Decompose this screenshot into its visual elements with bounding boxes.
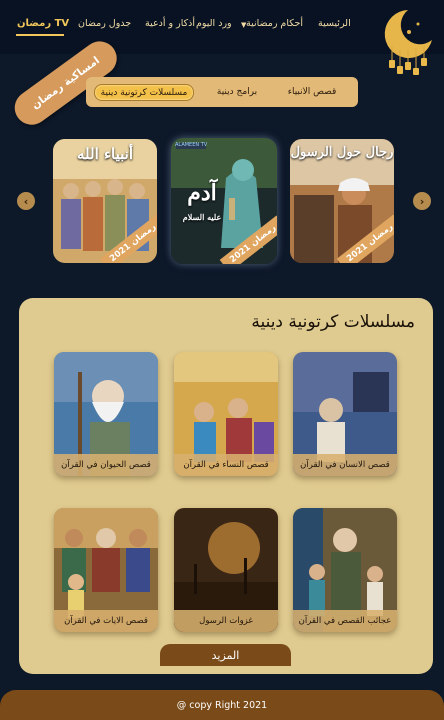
card-title: رجال حول الرسول (290, 145, 394, 160)
top-navbar: الرئيسية أحكام رمضانية ▼ ورد اليوم أذكار… (0, 0, 444, 75)
series-tile[interactable]: قصص الانسان في القرآن (293, 352, 397, 476)
carousel-next-button[interactable]: › (413, 192, 431, 210)
card-title: أنبياء الله (77, 145, 133, 163)
nav-home[interactable]: الرئيسية (318, 18, 351, 29)
nav-ramadan-schedule[interactable]: جدول رمضان (78, 18, 131, 29)
footer-copyright: @ copy Right 2021 (0, 690, 444, 720)
series-tile[interactable]: عجائب القصص في القرآن (293, 508, 397, 632)
active-nav-underline (16, 34, 64, 36)
tile-label: قصص الحيوان في القرآن (54, 454, 158, 476)
series-tile[interactable]: قصص الايات في القرآن (54, 508, 158, 632)
carousel-prev-button[interactable]: ‹ (17, 192, 35, 210)
card-title: آدم (187, 180, 217, 206)
section-title: مسلسلات كرتونية دينية (251, 312, 415, 332)
channel-logo: ALAMEEN TV (175, 142, 208, 148)
nav-ramadan-rulings[interactable]: أحكام رمضانية (246, 18, 303, 29)
chevron-down-icon[interactable]: ▼ (241, 21, 246, 29)
crescent-lantern-logo (384, 10, 432, 75)
nav-daily-wird[interactable]: ورد اليوم (196, 18, 232, 29)
nav-brand[interactable]: رمضان TV (17, 18, 69, 29)
carousel-card-adam[interactable]: ALAMEEN TV آدم عليه السلام رمضان 2021 (171, 138, 277, 264)
category-tabs: قصص الانبياء برامج دينية مسلسلات كرتونية… (86, 77, 358, 107)
cartoon-series-section: مسلسلات كرتونية دينية قصص الانسان في الق… (19, 298, 433, 674)
carousel-card-prophets[interactable]: أنبياء الله رمضان 2021 (53, 139, 157, 263)
nav-adhkar[interactable]: أذكار و أدعية (145, 18, 195, 29)
tile-label: قصص الايات في القرآن (54, 610, 158, 632)
main-nav: الرئيسية أحكام رمضانية ▼ ورد اليوم أذكار… (14, 18, 370, 36)
series-tile[interactable]: قصص الحيوان في القرآن (54, 352, 158, 476)
tile-label: غزوات الرسول (174, 610, 278, 632)
card-subtitle: عليه السلام (182, 212, 222, 222)
tab-cartoon-series[interactable]: مسلسلات كرتونية دينية (94, 84, 194, 101)
carousel-card-men-around-prophet[interactable]: رجال حول الرسول رمضان 2021 (290, 139, 394, 263)
tab-religious-programs[interactable]: برامج دينية (204, 84, 270, 101)
tile-label: عجائب القصص في القرآن (293, 610, 397, 632)
series-tile[interactable]: قصص النساء في القرآن (174, 352, 278, 476)
more-button[interactable]: المزيد (160, 644, 291, 666)
series-tile[interactable]: غزوات الرسول (174, 508, 278, 632)
tile-label: قصص النساء في القرآن (174, 454, 278, 476)
tile-label: قصص الانسان في القرآن (293, 454, 397, 476)
tab-prophets-stories[interactable]: قصص الانبياء (276, 84, 348, 101)
